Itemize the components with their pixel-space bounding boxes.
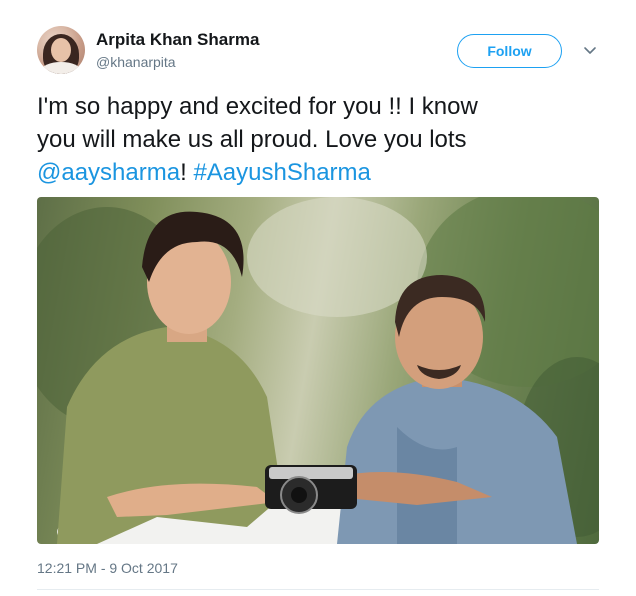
tweet-text-line-1: I'm so happy and excited for you !! I kn… <box>37 93 478 120</box>
follow-button[interactable]: Follow <box>457 34 562 68</box>
tweet-photo[interactable] <box>37 197 599 544</box>
chevron-down-icon[interactable] <box>582 42 598 58</box>
tweet-timestamp[interactable]: 12:21 PM - 9 Oct 2017 <box>37 560 178 576</box>
tweet-card: Arpita Khan Sharma @khanarpita Follow I'… <box>0 0 636 596</box>
mention-link[interactable]: @aaysharma <box>37 159 180 186</box>
tweet-text-line-2: you will make us all proud. Love you lot… <box>37 126 467 153</box>
hashtag-link[interactable]: #AayushSharma <box>193 159 370 186</box>
photo-illustration <box>37 197 599 544</box>
tweet-text-line-3: @aaysharma! #AayushSharma <box>37 156 607 189</box>
tweet-text: I'm so happy and excited for you !! I kn… <box>37 90 607 189</box>
user-handle[interactable]: @khanarpita <box>96 54 176 70</box>
tweet-text-exclaim: ! <box>180 159 194 186</box>
tweet-header: Arpita Khan Sharma @khanarpita Follow <box>37 26 607 76</box>
avatar-clothing <box>41 62 81 74</box>
avatar-face <box>51 38 71 62</box>
avatar[interactable] <box>37 26 85 74</box>
user-name[interactable]: Arpita Khan Sharma <box>96 30 259 50</box>
divider <box>37 589 599 590</box>
